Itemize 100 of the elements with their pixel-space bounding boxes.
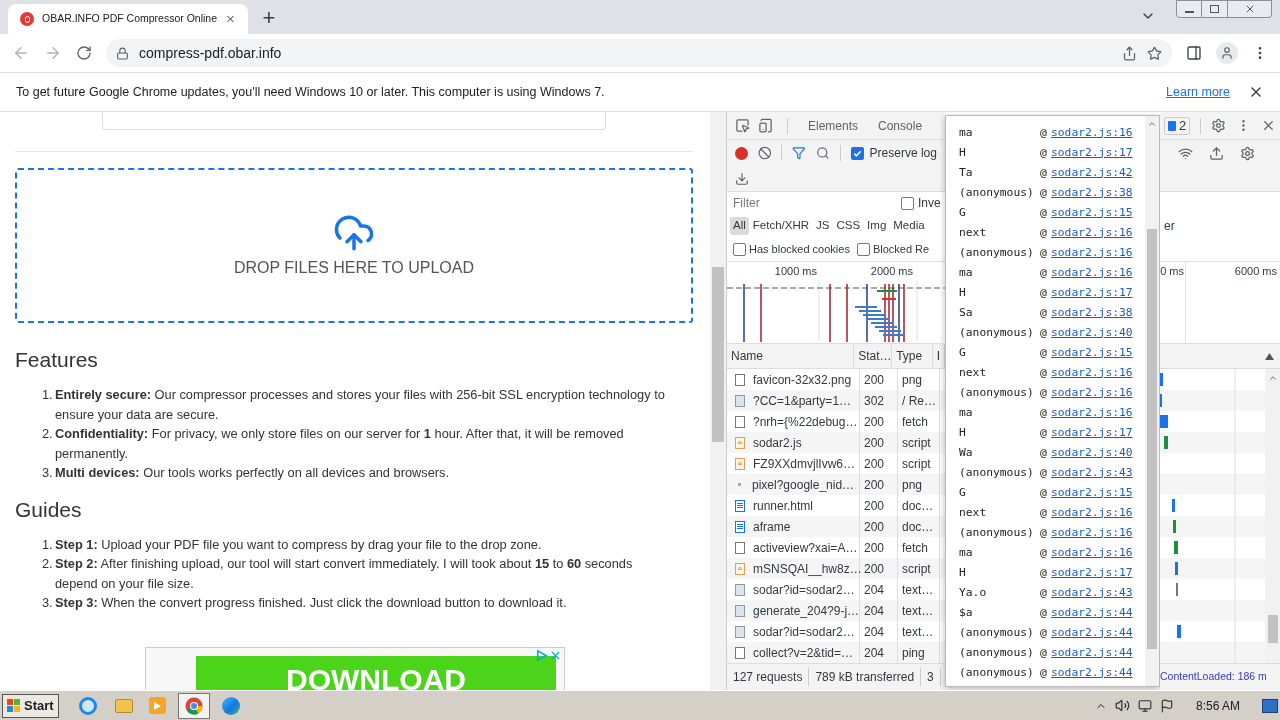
close-icon[interactable] [1261,118,1276,133]
flag-icon[interactable] [1159,698,1174,713]
side-panel-icon[interactable] [1186,45,1202,61]
clear-icon[interactable] [757,146,772,160]
source-link[interactable]: sodar2.js:17 [1051,284,1133,302]
request-name[interactable]: ?nrh={%22debug… [753,412,858,431]
address-bar[interactable]: compress-pdf.obar.info [106,39,1172,67]
source-link[interactable]: sodar2.js:16 [1051,504,1133,522]
request-name[interactable]: FZ9XXdmvjlIvw6… [753,454,856,473]
upload-icon[interactable] [1209,145,1224,161]
source-link[interactable]: sodar2.js:16 [1051,384,1133,402]
minimize-button[interactable] [1176,0,1202,18]
scrollbar-thumb[interactable] [1267,615,1278,643]
request-name[interactable]: sodar?id=sodar2… [753,580,855,599]
new-tab-button[interactable]: + [258,7,280,29]
show-desktop-button[interactable] [1262,698,1278,713]
start-button[interactable]: Start [2,693,59,718]
source-link[interactable]: sodar2.js:15 [1051,204,1133,222]
at-sign: @ [1040,284,1048,301]
source-link[interactable]: sodar2.js:16 [1051,524,1133,542]
source-link[interactable]: sodar2.js:38 [1051,304,1133,322]
resource-type-filter[interactable]: er [1164,217,1175,235]
bookmark-star-icon[interactable] [1147,45,1162,61]
scrollbar[interactable] [710,112,726,690]
share-icon[interactable] [1122,45,1137,61]
resource-type-filter[interactable]: All [730,217,749,235]
preserve-log-checkbox[interactable] [850,146,864,160]
request-name[interactable]: pixel?google_nid… [752,475,855,494]
window-close-button[interactable] [1228,0,1272,18]
request-name[interactable]: activeview?xai=A… [753,538,858,557]
file-drop-zone[interactable]: DROP FILES HERE TO UPLOAD [15,168,693,323]
browser-tab[interactable]: OBAR.INFO PDF Compressor Online [8,4,248,34]
invert-checkbox[interactable] [901,196,914,210]
devtools-tab[interactable]: Console [872,112,929,139]
resource-type-filter[interactable]: JS [813,217,833,235]
request-name[interactable]: collect?v=2&tid=… [753,643,854,662]
source-link[interactable]: sodar2.js:15 [1051,484,1133,502]
request-name[interactable]: sodar?id=sodar2… [753,622,855,641]
column-header[interactable]: Name [727,344,855,368]
column-header[interactable]: Stat… [854,344,893,368]
settings-icon[interactable] [1211,118,1227,133]
resource-type-filter[interactable]: Fetch/XHR [749,217,813,235]
source-link[interactable]: sodar2.js:44 [1051,644,1133,662]
request-name[interactable]: favicon-32x32.png [753,370,852,389]
source-link[interactable]: sodar2.js:40 [1051,324,1133,342]
clock[interactable]: 8:56 AM [1195,696,1240,715]
source-link[interactable]: sodar2.js:44 [1051,624,1133,642]
request-name[interactable]: runner.html [753,496,814,515]
request-name[interactable]: sodar2.js [753,433,802,452]
source-link[interactable]: sodar2.js:16 [1051,244,1133,262]
edge-icon[interactable] [221,696,240,715]
request-name[interactable]: ?CC=1&party=1… [753,391,852,410]
resource-type-filter[interactable]: Img [864,217,890,235]
network-conditions-icon[interactable] [1178,145,1193,161]
source-link[interactable]: sodar2.js:16 [1051,124,1133,142]
function-name: ma [959,264,974,281]
search-icon[interactable] [815,146,830,160]
source-link[interactable]: sodar2.js:16 [1051,224,1133,242]
filter-checkbox[interactable] [733,243,746,256]
source-link[interactable]: sodar2.js:17 [1051,144,1133,162]
record-button[interactable] [735,146,748,160]
source-link[interactable]: sodar2.js:16 [1051,544,1133,562]
request-name[interactable]: generate_204?9-j… [753,601,860,620]
column-header[interactable]: Type [892,344,933,368]
scrollbar[interactable] [1145,116,1159,686]
reload-icon[interactable] [76,45,92,61]
ad-choices-icon[interactable] [535,648,548,662]
device-toolbar-icon[interactable] [758,118,773,133]
source-link[interactable]: sodar2.js:40 [1051,444,1133,462]
source-link[interactable]: sodar2.js:16 [1051,364,1133,382]
source-link[interactable]: sodar2.js:44 [1051,604,1133,622]
volume-icon[interactable] [1114,698,1130,713]
source-link[interactable]: sodar2.js:43 [1051,464,1133,482]
restore-button[interactable] [1202,0,1228,18]
scrollbar[interactable] [1265,369,1280,663]
chrome-taskbar-button[interactable] [177,692,210,719]
source-link[interactable]: sodar2.js:16 [1051,404,1133,422]
settings-icon[interactable] [1240,145,1255,161]
source-link[interactable]: sodar2.js:38 [1051,184,1133,202]
devtools-tab[interactable]: Elements [802,112,865,139]
filter-checkbox[interactable] [856,243,870,256]
inspect-icon[interactable] [735,118,750,133]
resource-type-filter[interactable]: Media [890,217,928,235]
request-name[interactable]: mSNSQAI__hw8z… [753,559,862,578]
issues-badge[interactable]: 2 [1164,116,1191,135]
learn-more-link[interactable]: Learn more [1166,82,1230,102]
source-link[interactable]: sodar2.js:16 [1051,264,1133,282]
profile-avatar[interactable] [1216,42,1238,64]
download-icon[interactable] [735,171,749,186]
function-name: (anonymous) [959,664,1035,681]
filter-icon[interactable] [792,146,806,160]
source-link[interactable]: sodar2.js:44 [1051,664,1133,682]
source-link[interactable]: sodar2.js:42 [1051,164,1133,182]
sort-arrow-icon[interactable] [1265,352,1274,360]
source-link[interactable]: sodar2.js:15 [1051,344,1133,362]
source-link[interactable]: sodar2.js:17 [1051,424,1133,442]
request-name[interactable]: aframe [753,517,791,536]
resource-type-filter[interactable]: CSS [833,217,864,235]
source-link[interactable]: sodar2.js:43 [1051,584,1133,602]
source-link[interactable]: sodar2.js:17 [1051,564,1133,582]
